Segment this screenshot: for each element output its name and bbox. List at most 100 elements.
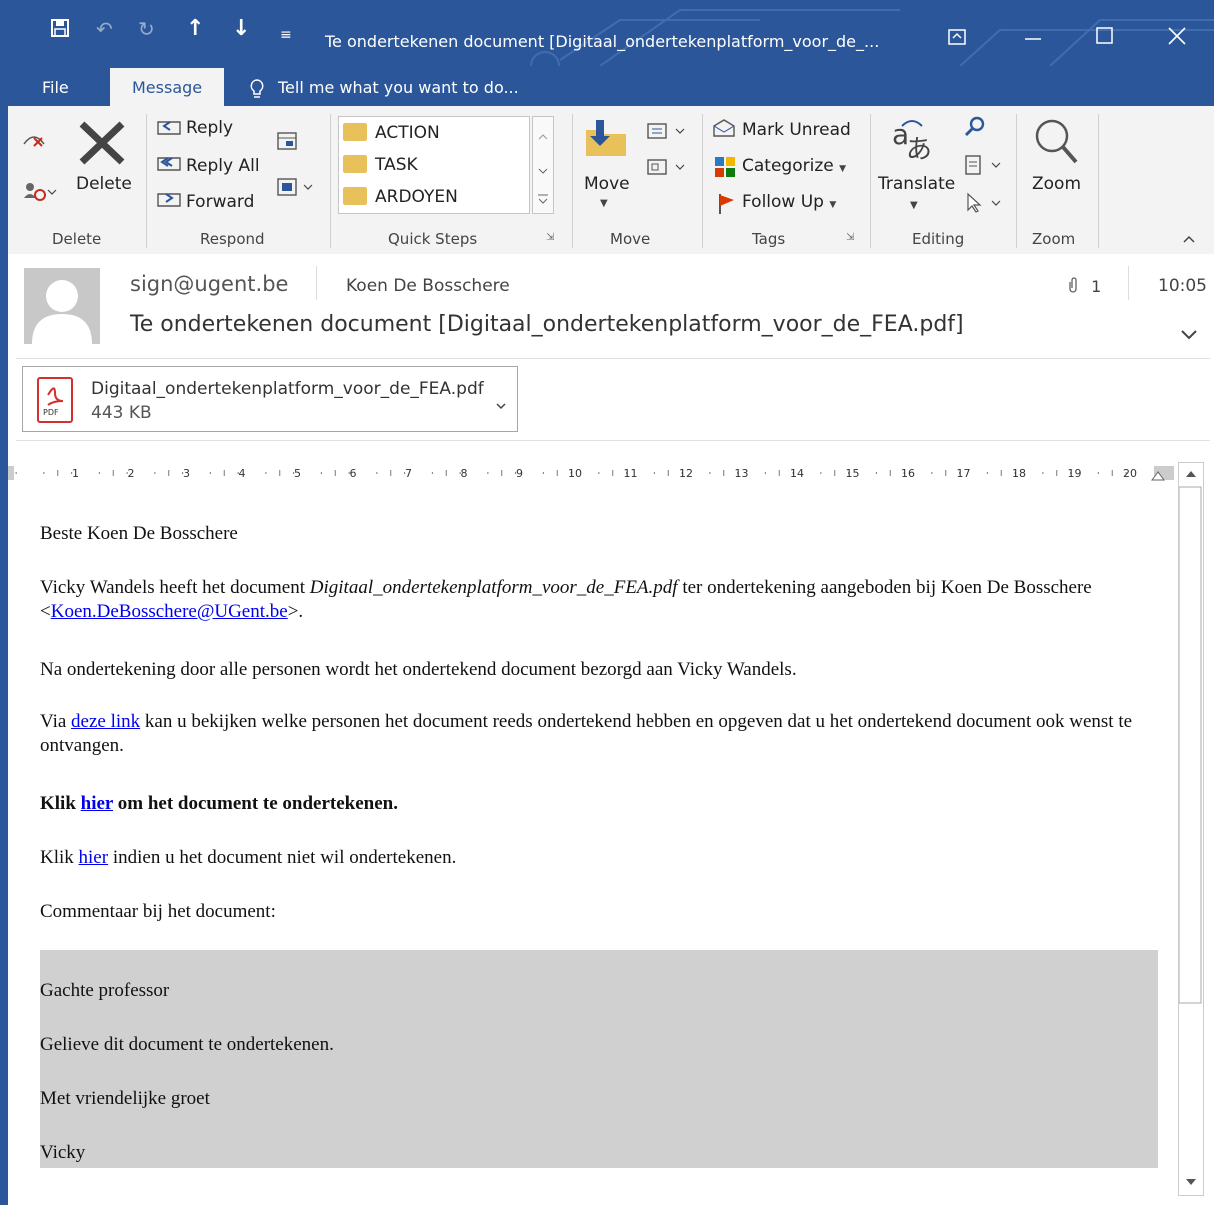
sign-link[interactable]: hier (81, 793, 113, 814)
chevron-down-icon[interactable]: ▼ (910, 200, 918, 211)
select-icon[interactable] (962, 192, 1006, 219)
cleanup-icon[interactable] (22, 180, 60, 207)
attachment-size: 443 KB (91, 403, 152, 423)
tab-file[interactable]: File (42, 66, 69, 106)
paragraph-decline: Klik hier indien u het document niet wil… (40, 846, 456, 870)
paragraph-status: Via deze link kan u bekijken welke perso… (40, 710, 1140, 758)
separator (1016, 114, 1017, 248)
sign-text-post: om het document te ondertekenen. (113, 793, 398, 814)
reply-all-icon[interactable] (156, 154, 182, 181)
tab-message[interactable]: Message (110, 68, 225, 106)
group-label-move: Move (610, 230, 651, 248)
collapse-ribbon-icon[interactable] (1182, 232, 1196, 248)
find-icon[interactable] (964, 116, 986, 143)
paragraph-offer: Vicky Wandels heeft het document Digitaa… (40, 576, 1140, 624)
quick-steps-scroll[interactable] (532, 116, 554, 214)
zoom-button[interactable]: Zoom (1032, 174, 1081, 194)
close-icon[interactable] (1168, 26, 1186, 50)
ruler-mark: 14 (790, 467, 804, 480)
quick-step-icon (343, 123, 367, 141)
group-label-editing: Editing (912, 230, 965, 248)
avatar (24, 268, 100, 344)
paragraph-sign: Klik hier om het document te ondertekene… (40, 792, 398, 816)
sender-address[interactable]: sign@ugent.be (130, 272, 288, 296)
ignore-icon[interactable] (22, 128, 46, 155)
follow-up-label: Follow Up (742, 192, 824, 212)
translate-button[interactable]: Translate (878, 174, 955, 194)
reply-button[interactable]: Reply (186, 118, 233, 138)
save-icon[interactable] (50, 18, 70, 43)
deze-link[interactable]: deze link (71, 711, 140, 732)
mark-unread-button[interactable]: Mark Unread (742, 120, 851, 140)
forward-icon[interactable] (156, 190, 182, 217)
move-button[interactable]: Move (584, 174, 630, 194)
quick-steps-gallery: ACTION TASK ARDOYEN (338, 116, 530, 214)
lightbulb-icon (250, 66, 264, 106)
next-item-icon[interactable]: ↓ (232, 18, 250, 40)
ruler-ticks: 1 2 3 4 5 6 7 8 9 10 11 12 13 14 15 16 17 18 19 20 (8, 466, 1174, 481)
attachment-card[interactable]: PDF Digitaal_ondertekenplatform_voor_de_… (22, 366, 518, 432)
recipient-name[interactable]: Koen De Bosschere (346, 276, 510, 296)
attachment-count: 1 (1066, 276, 1101, 296)
reply-icon[interactable] (156, 118, 182, 145)
zoom-magnifier-icon[interactable] (1032, 116, 1080, 171)
redo-icon[interactable]: ↻ (138, 18, 155, 40)
rules-icon[interactable] (644, 120, 688, 147)
categorize-label: Categorize (742, 156, 834, 176)
flag-icon[interactable] (716, 192, 736, 219)
attachment-menu-icon[interactable] (495, 395, 507, 414)
onenote-icon[interactable] (644, 156, 688, 183)
categorize-button[interactable]: Categorize ▼ (742, 156, 846, 176)
quick-step-task[interactable]: TASK (375, 155, 418, 175)
previous-item-icon[interactable]: ↑ (186, 18, 204, 40)
ruler-mark: 5 (294, 467, 301, 480)
vertical-scrollbar[interactable] (1178, 462, 1204, 1196)
comment-box: Gachte professor Gelieve dit document te… (40, 950, 1158, 1168)
delete-x-icon[interactable] (78, 120, 126, 171)
ruler-mark: 17 (957, 467, 971, 480)
ribbon: Delete Delete Reply Reply All Forward Re… (8, 106, 1214, 255)
ruler-mark: 19 (1068, 467, 1082, 480)
chevron-down-icon[interactable]: ▼ (600, 198, 608, 209)
ruler-mark: 10 (568, 467, 582, 480)
categorize-icon[interactable] (714, 156, 736, 183)
attachment-name: Digitaal_ondertekenplatform_voor_de_FEA.… (91, 379, 484, 399)
expand-header-icon[interactable] (1180, 326, 1198, 345)
ribbon-display-options-icon[interactable] (948, 26, 966, 50)
mark-unread-icon[interactable] (712, 118, 738, 145)
email-link[interactable]: Koen.DeBosschere@UGent.be (51, 601, 288, 622)
decline-link[interactable]: hier (79, 847, 109, 868)
dialog-launcher-icon[interactable]: ⇲ (846, 232, 854, 243)
greeting: Beste Koen De Bosschere (40, 523, 238, 544)
tell-me-search[interactable]: Tell me what you want to do... (278, 66, 519, 106)
minimize-icon[interactable] (1024, 24, 1042, 48)
more-respond-icon[interactable] (276, 176, 316, 203)
sign-text-pre: Klik (40, 793, 81, 814)
quick-step-ardoyen[interactable]: ARDOYEN (375, 187, 458, 207)
follow-up-button[interactable]: Follow Up ▼ (742, 192, 836, 212)
related-icon[interactable] (962, 154, 1006, 181)
comment-line: Vicky (40, 1142, 86, 1163)
customize-qat-icon[interactable]: ≡ (280, 24, 292, 46)
meeting-reply-icon[interactable] (276, 130, 298, 157)
dialog-launcher-icon[interactable]: ⇲ (546, 232, 554, 243)
forward-button[interactable]: Forward (186, 192, 254, 212)
ruler-mark: 11 (624, 467, 638, 480)
quick-step-icon (343, 155, 367, 173)
translate-icon[interactable]: aあ (888, 114, 936, 169)
ruler-mark: 6 (350, 467, 357, 480)
reply-all-button[interactable]: Reply All (186, 156, 260, 176)
move-folder-icon[interactable] (582, 116, 630, 165)
window-title: Te ondertekenen document [Digitaal_onder… (325, 32, 880, 51)
ruler: 1 2 3 4 5 6 7 8 9 10 11 12 13 14 15 16 17 18 19 20 (8, 462, 1174, 484)
pdf-icon: PDF (37, 377, 73, 423)
separator (702, 114, 703, 248)
quick-step-action[interactable]: ACTION (375, 123, 440, 143)
group-label-tags: Tags (752, 230, 786, 248)
maximize-icon[interactable] (1096, 26, 1114, 50)
ruler-mark: 18 (1012, 467, 1026, 480)
message-header: sign@ugent.be Koen De Bosschere Te onder… (8, 254, 1214, 442)
message-subject: Te ondertekenen document [Digitaal_onder… (130, 312, 964, 337)
delete-button[interactable]: Delete (76, 174, 132, 194)
undo-icon[interactable]: ↶ (96, 18, 113, 40)
